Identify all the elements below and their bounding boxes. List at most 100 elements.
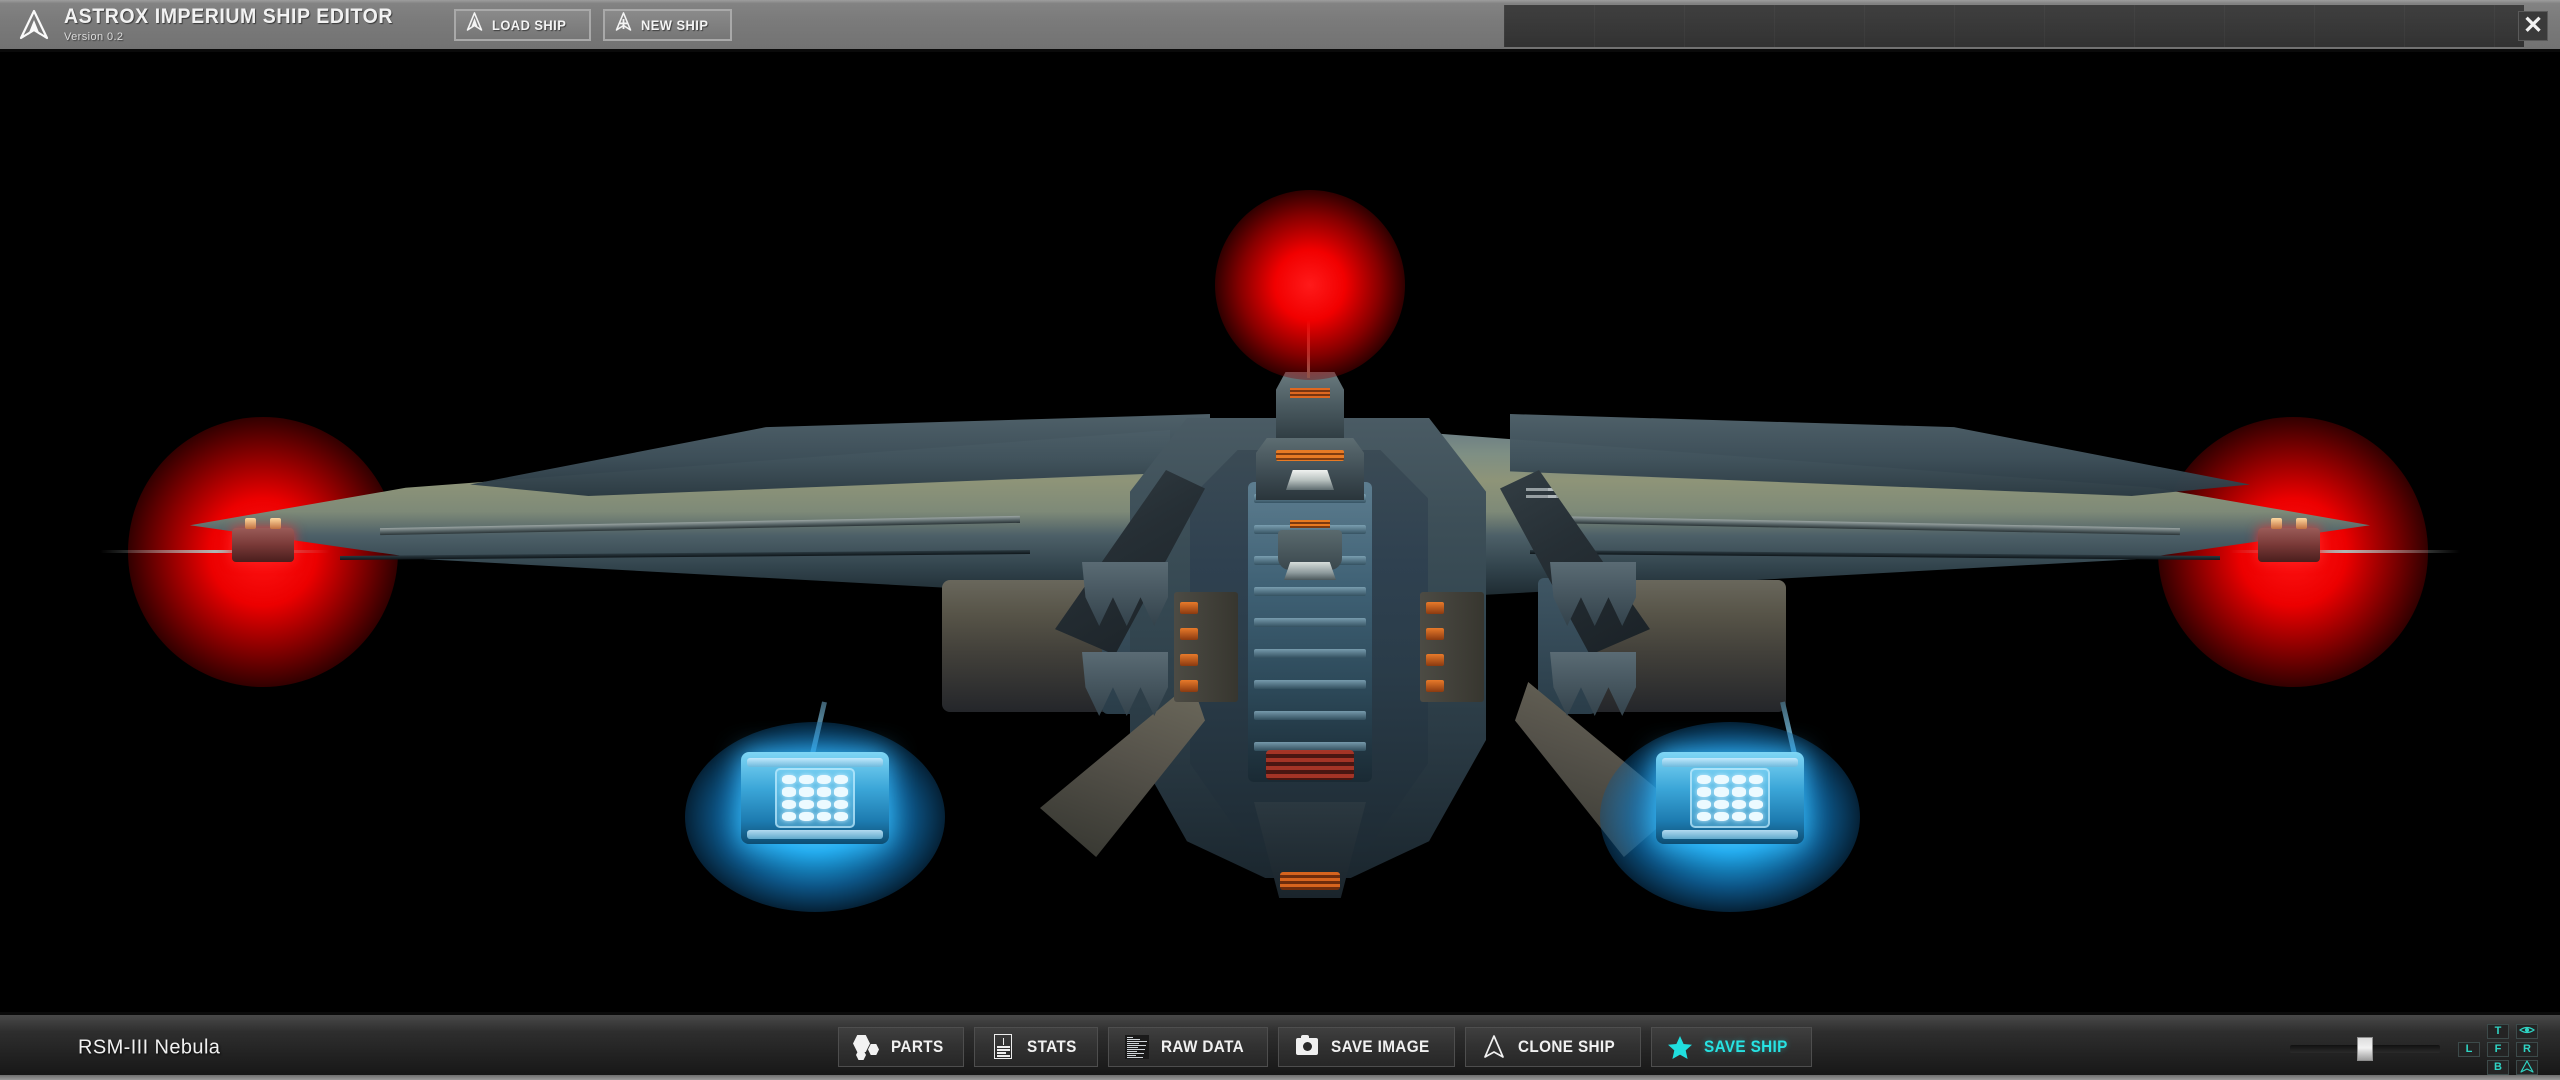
- weapon-muzzle: [1180, 654, 1198, 666]
- thruster-cell-grid: [775, 768, 855, 828]
- load-ship-label: LOAD SHIP: [491, 16, 567, 33]
- thruster-cell: [1714, 775, 1729, 785]
- close-button[interactable]: ✕: [2518, 11, 2548, 41]
- zoom-slider[interactable]: [2290, 1023, 2440, 1075]
- header-bar: ASTROX IMPERIUM SHIP EDITOR Version 0.2 …: [0, 0, 2560, 52]
- hull-spine-rung: [1254, 680, 1366, 689]
- clone-ship-button[interactable]: CLONE SHIP: [1465, 1027, 1642, 1067]
- thruster-cell: [1748, 811, 1763, 821]
- thruster-cell: [1748, 787, 1763, 797]
- zoom-slider-track[interactable]: [2290, 1037, 2440, 1061]
- hull-spine-rung: [1254, 649, 1366, 658]
- weapon-muzzle: [1180, 628, 1198, 640]
- weapon-muzzle: [1180, 602, 1198, 614]
- nose-canopy: [1284, 562, 1336, 580]
- arrow-up-outline-icon: [466, 11, 483, 38]
- close-icon: ✕: [2522, 12, 2544, 39]
- view-front-button[interactable]: F: [2487, 1042, 2509, 1057]
- new-ship-button[interactable]: NEW SHIP: [602, 8, 732, 41]
- thruster-cell: [799, 787, 814, 797]
- thruster-pod-right: [1656, 752, 1804, 844]
- thruster-cell: [1748, 799, 1763, 809]
- raw-data-button[interactable]: RAW DATA: [1107, 1027, 1268, 1067]
- hull-claw-upper-right: [1550, 562, 1636, 626]
- arrow-up-outline-icon: [1480, 1033, 1508, 1061]
- eye-icon: [2518, 1025, 2536, 1038]
- thruster-cell: [782, 811, 797, 821]
- thruster-cell: [833, 811, 848, 821]
- view-reset-button[interactable]: [2516, 1059, 2538, 1076]
- ship-preview-viewport[interactable]: [0, 52, 2560, 1012]
- thruster-cell: [782, 799, 797, 809]
- header-button-group: LOAD SHIP NEW SHIP: [453, 8, 732, 41]
- thruster-cell: [782, 787, 797, 797]
- hull-spine-rung: [1254, 587, 1366, 596]
- ship-editor-window: ASTROX IMPERIUM SHIP EDITOR Version 0.2 …: [0, 0, 2560, 1080]
- wing-spar-left: [100, 550, 330, 553]
- bridge-lower-vent: [1276, 450, 1344, 461]
- thruster-cell: [816, 787, 831, 797]
- thruster-cell: [1697, 787, 1712, 797]
- save-ship-button[interactable]: SAVE SHIP: [1651, 1027, 1813, 1067]
- view-right-label: R: [2523, 1043, 2531, 1055]
- zoom-slider-handle[interactable]: [2357, 1037, 2373, 1061]
- thruster-cell: [1731, 799, 1746, 809]
- weapon-rack-left: [1174, 592, 1238, 702]
- ship-model: [80, 182, 2480, 912]
- text-block-icon: [1123, 1033, 1151, 1061]
- thruster-bar-bottom: [747, 830, 883, 839]
- thruster-cell: [1731, 775, 1746, 785]
- thruster-cell: [799, 775, 814, 785]
- load-ship-button[interactable]: LOAD SHIP: [453, 8, 591, 41]
- thruster-cell: [1714, 811, 1729, 821]
- view-front-label: F: [2494, 1043, 2502, 1055]
- thruster-cell-grid: [1690, 768, 1770, 828]
- thruster-cell: [816, 811, 831, 821]
- thruster-cell: [1731, 811, 1746, 821]
- weapon-muzzle: [1426, 680, 1444, 692]
- thruster-cell: [1697, 775, 1712, 785]
- ship-arrow-icon: [2520, 1059, 2534, 1076]
- thruster-cell: [1731, 787, 1746, 797]
- footer-action-group: PARTS STATS RAW DATA SAVE IMAGE CLONE SH…: [838, 1027, 1813, 1067]
- view-controls-group: T L F R B: [2290, 1023, 2546, 1075]
- weapon-muzzle: [1426, 602, 1444, 614]
- save-image-button[interactable]: SAVE IMAGE: [1277, 1027, 1456, 1067]
- view-right-button[interactable]: R: [2516, 1042, 2538, 1057]
- thruster-cell: [1697, 811, 1712, 821]
- hexagons-icon: [853, 1033, 881, 1061]
- camera-icon: [1293, 1033, 1321, 1061]
- hull-claw-lower-right: [1550, 652, 1636, 716]
- new-ship-label: NEW SHIP: [640, 16, 708, 33]
- arrow-up-plus-icon: [615, 11, 632, 38]
- astrox-arrow-logo-icon: [18, 8, 50, 42]
- wingtip-module-right: [2258, 518, 2320, 562]
- thruster-cell: [799, 799, 814, 809]
- thruster-cell: [816, 775, 831, 785]
- view-top-button[interactable]: T: [2487, 1024, 2509, 1039]
- lower-hull-vent: [1266, 750, 1354, 780]
- nose-vent: [1290, 520, 1330, 528]
- view-bottom-button[interactable]: B: [2487, 1060, 2509, 1075]
- view-top-label: T: [2494, 1025, 2502, 1037]
- weapon-muzzle: [1426, 628, 1444, 640]
- view-angle-pad: T L F R B: [2450, 1023, 2546, 1075]
- hull-spine-rung: [1254, 711, 1366, 720]
- clone-ship-label: CLONE SHIP: [1518, 1037, 1616, 1056]
- hull-spine-rung: [1254, 618, 1366, 627]
- wingtip-module-left: [232, 518, 294, 562]
- version-label: Version 0.2: [64, 31, 124, 43]
- thruster-cell: [1748, 775, 1763, 785]
- thruster-cell: [816, 799, 831, 809]
- view-left-button[interactable]: L: [2458, 1042, 2480, 1057]
- stats-button[interactable]: STATS: [974, 1027, 1098, 1067]
- view-ortho-button[interactable]: [2516, 1024, 2538, 1039]
- parts-button[interactable]: PARTS: [838, 1027, 965, 1067]
- star-icon: [1666, 1033, 1694, 1061]
- thruster-bar-top: [747, 758, 883, 767]
- thruster-cell: [1714, 787, 1729, 797]
- thruster-pod-left: [741, 752, 889, 844]
- antenna-mast: [1307, 260, 1310, 378]
- footer-bar: RSM-III Nebula PARTS STATS RAW DATA SAVE…: [0, 1012, 2560, 1080]
- view-left-label: L: [2465, 1043, 2473, 1055]
